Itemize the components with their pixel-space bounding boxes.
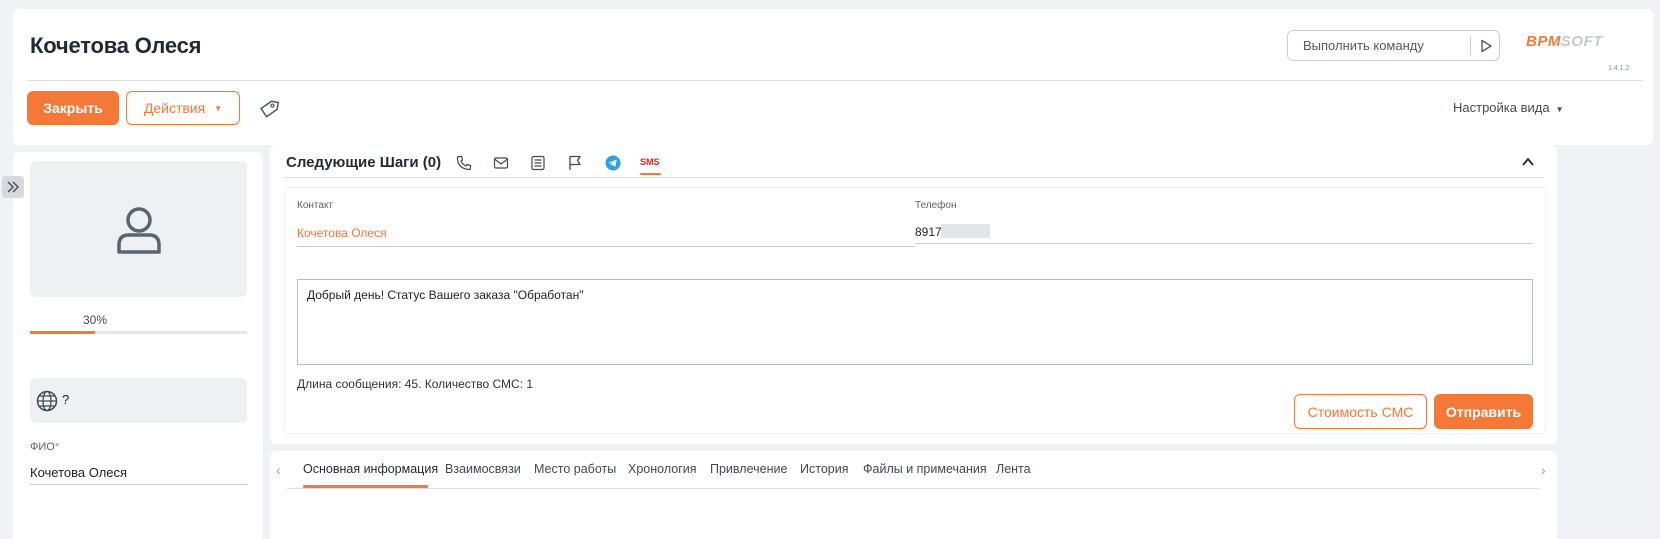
email-button[interactable] bbox=[491, 153, 511, 173]
tab-feed[interactable]: Лента bbox=[996, 462, 1031, 476]
tabs-scroll-left-icon[interactable]: ‹ bbox=[276, 462, 281, 478]
contact-link[interactable]: Кочетова Олеся bbox=[297, 226, 387, 240]
sms-form: Контакт Кочетова Олеся Телефон 89170 Доб… bbox=[284, 187, 1546, 434]
view-settings-label: Настройка вида bbox=[1453, 100, 1550, 115]
tab-history[interactable]: История bbox=[800, 462, 848, 476]
profile-completeness-label: 30% bbox=[83, 313, 108, 327]
task-icon bbox=[531, 155, 545, 171]
sms-message-input[interactable]: Добрый день! Статус Вашего заказа "Обраб… bbox=[297, 279, 1533, 365]
command-box bbox=[1287, 30, 1500, 61]
call-button[interactable] bbox=[454, 153, 474, 173]
telegram-button[interactable] bbox=[603, 153, 623, 173]
chevron-down-icon: ▼ bbox=[214, 103, 223, 113]
version-label: 1.4.1.2 bbox=[1608, 65, 1630, 72]
sms-tab-underline bbox=[640, 173, 661, 175]
collapse-steps-button[interactable] bbox=[1521, 155, 1535, 174]
play-icon bbox=[1481, 39, 1492, 52]
chevron-up-icon bbox=[1522, 157, 1534, 166]
telegram-icon bbox=[605, 155, 621, 171]
tab-attraction[interactable]: Привлечение bbox=[710, 462, 787, 476]
fio-field[interactable]: Кочетова Олеся bbox=[30, 465, 127, 480]
flag-icon bbox=[569, 155, 581, 170]
tab-workplace[interactable]: Место работы bbox=[534, 462, 616, 476]
profile-completeness-fill bbox=[30, 331, 96, 334]
profile-completeness-bar bbox=[30, 331, 247, 334]
message-length-info: Длина сообщения: 45. Количество СМС: 1 bbox=[297, 377, 534, 391]
tab-timeline[interactable]: Хронология bbox=[628, 462, 697, 476]
command-input[interactable] bbox=[1288, 31, 1468, 60]
email-icon bbox=[493, 157, 509, 169]
phone-label: Телефон bbox=[915, 200, 957, 211]
profile-panel: 30% ? ФИО* Кочетова Олеся bbox=[2, 152, 263, 539]
bpmsoft-logo: BPMSOFT bbox=[1526, 33, 1603, 50]
actions-button[interactable]: Действия ▼ bbox=[126, 91, 240, 125]
double-chevron-right-icon bbox=[7, 181, 19, 193]
phone-icon bbox=[456, 155, 472, 171]
chevron-down-icon: ▼ bbox=[1555, 105, 1564, 114]
tab-files-notes[interactable]: Файлы и примечания bbox=[863, 462, 987, 476]
contact-underline bbox=[297, 246, 915, 247]
tab-relations[interactable]: Взаимосвязи bbox=[445, 462, 521, 476]
header-divider bbox=[27, 80, 1643, 81]
language-box[interactable]: ? bbox=[30, 378, 247, 423]
globe-icon bbox=[36, 390, 58, 412]
tag-icon bbox=[260, 100, 280, 118]
required-mark: * bbox=[54, 441, 60, 453]
phone-redacted bbox=[941, 224, 990, 238]
phone-underline bbox=[915, 243, 1533, 244]
sms-cost-button[interactable]: Стоимость СМС bbox=[1294, 394, 1427, 429]
collapse-sidebar-button[interactable] bbox=[2, 176, 24, 198]
contact-photo[interactable] bbox=[30, 161, 247, 297]
header-panel: Кочетова Олеся BPMSOFT 1.4.1.2 Закрыть Д… bbox=[13, 9, 1653, 145]
tabs-panel: ‹ Основная информация Взаимосвязи Место … bbox=[270, 451, 1557, 539]
run-command-button[interactable] bbox=[1474, 34, 1498, 57]
view-settings-button[interactable]: Настройка вида ▼ bbox=[1453, 100, 1564, 115]
send-button[interactable]: Отправить bbox=[1434, 394, 1533, 429]
contact-label: Контакт bbox=[297, 200, 334, 211]
page-title: Кочетова Олеся bbox=[30, 33, 202, 58]
next-steps-panel: Следующие Шаги (0) SMS Контакт Кочетова … bbox=[270, 145, 1557, 444]
fio-underline bbox=[30, 484, 247, 485]
steps-divider bbox=[283, 177, 1543, 178]
task-button[interactable] bbox=[528, 153, 548, 173]
fio-label: ФИО* bbox=[30, 441, 60, 453]
command-separator bbox=[1470, 36, 1471, 55]
user-icon bbox=[116, 207, 161, 254]
flag-button[interactable] bbox=[565, 153, 585, 173]
tab-main-info[interactable]: Основная информация bbox=[303, 462, 438, 476]
tabs-scroll-right-icon[interactable]: › bbox=[1541, 462, 1546, 478]
tabs-divider bbox=[287, 488, 1540, 489]
sms-tab[interactable]: SMS bbox=[640, 157, 660, 167]
close-button[interactable]: Закрыть bbox=[27, 91, 119, 125]
language-value: ? bbox=[62, 392, 70, 407]
tag-button[interactable] bbox=[258, 98, 280, 120]
actions-label: Действия bbox=[143, 100, 206, 116]
next-steps-title: Следующие Шаги (0) bbox=[286, 154, 442, 171]
